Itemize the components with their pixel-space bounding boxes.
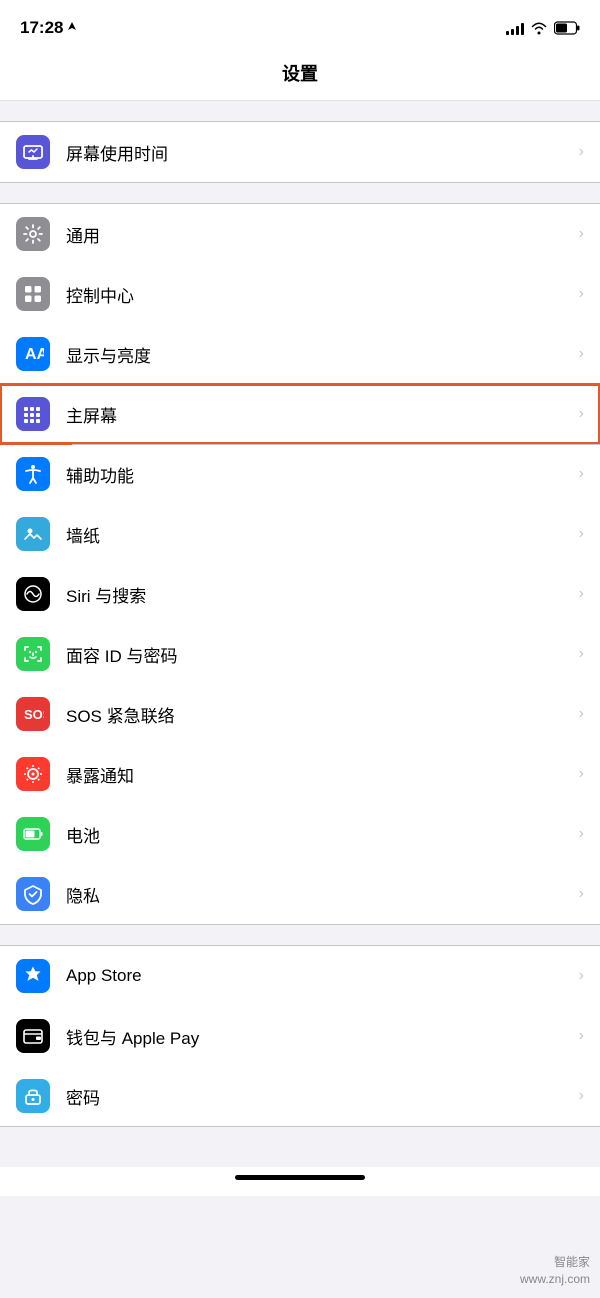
settings-row-siri[interactable]: Siri 与搜索› <box>0 564 600 624</box>
label-face-id: 面容 ID 与密码 <box>66 642 579 667</box>
chevron-password: › <box>579 1087 584 1105</box>
control-center-icon <box>16 277 50 311</box>
chevron-wallpaper: › <box>579 525 584 543</box>
label-accessibility: 辅助功能 <box>66 462 579 487</box>
label-display: 显示与亮度 <box>66 342 579 367</box>
chevron-exposure: › <box>579 765 584 783</box>
gear-icon <box>16 217 50 251</box>
settings-row-accessibility[interactable]: 辅助功能› <box>0 444 600 504</box>
settings-row-sos[interactable]: SOS SOS 紧急联络› <box>0 684 600 744</box>
label-exposure: 暴露通知 <box>66 762 579 787</box>
screen-time-icon <box>16 135 50 169</box>
siri-icon <box>16 577 50 611</box>
label-general: 通用 <box>66 222 579 247</box>
status-bar: 17:28 <box>0 0 600 50</box>
chevron-home-screen: › <box>579 405 584 423</box>
password-icon <box>16 1079 50 1113</box>
settings-container: 屏幕使用时间›通用›控制中心›AA显示与亮度›主屏幕›辅助功能›墙纸›Siri … <box>0 121 600 1167</box>
chevron-screen-time: › <box>579 143 584 161</box>
exposure-icon <box>16 757 50 791</box>
chevron-display: › <box>579 345 584 363</box>
home-screen-icon <box>16 397 50 431</box>
label-home-screen: 主屏幕 <box>66 402 579 427</box>
label-app-store: App Store <box>66 966 579 986</box>
label-siri: Siri 与搜索 <box>66 582 579 607</box>
label-password: 密码 <box>66 1084 579 1109</box>
home-bar <box>0 1167 600 1196</box>
settings-group-1: 通用›控制中心›AA显示与亮度›主屏幕›辅助功能›墙纸›Siri 与搜索›面容 … <box>0 203 600 925</box>
settings-row-password[interactable]: 密码› <box>0 1066 600 1126</box>
battery-icon <box>16 817 50 851</box>
label-control-center: 控制中心 <box>66 282 579 307</box>
chevron-sos: › <box>579 705 584 723</box>
chevron-accessibility: › <box>579 465 584 483</box>
face-id-icon <box>16 637 50 671</box>
signal-bars-icon <box>506 21 524 35</box>
settings-row-battery[interactable]: 电池› <box>0 804 600 864</box>
label-wallet: 钱包与 Apple Pay <box>66 1024 579 1049</box>
chevron-privacy: › <box>579 885 584 903</box>
settings-row-app-store[interactable]: App Store› <box>0 946 600 1006</box>
settings-row-general[interactable]: 通用› <box>0 204 600 264</box>
chevron-siri: › <box>579 585 584 603</box>
accessibility-icon <box>16 457 50 491</box>
settings-row-screen-time[interactable]: 屏幕使用时间› <box>0 122 600 182</box>
label-screen-time: 屏幕使用时间 <box>66 140 579 165</box>
settings-row-privacy[interactable]: 隐私› <box>0 864 600 924</box>
settings-row-wallet[interactable]: 钱包与 Apple Pay› <box>0 1006 600 1066</box>
page-title-bar: 设置 <box>0 50 600 101</box>
svg-text:SOS: SOS <box>24 707 44 722</box>
location-icon <box>67 22 77 34</box>
home-indicator <box>235 1175 365 1180</box>
display-icon: AA <box>16 337 50 371</box>
settings-group-0: 屏幕使用时间› <box>0 121 600 183</box>
chevron-wallet: › <box>579 1027 584 1045</box>
settings-row-control-center[interactable]: 控制中心› <box>0 264 600 324</box>
chevron-battery: › <box>579 825 584 843</box>
wallpaper-icon <box>16 517 50 551</box>
label-privacy: 隐私 <box>66 882 579 907</box>
label-wallpaper: 墙纸 <box>66 522 579 547</box>
chevron-control-center: › <box>579 285 584 303</box>
watermark: 智能家 www.znj.com <box>520 1254 590 1288</box>
chevron-app-store: › <box>579 967 584 985</box>
settings-row-home-screen[interactable]: 主屏幕› <box>0 384 600 444</box>
battery-icon <box>554 21 580 35</box>
sos-icon: SOS <box>16 697 50 731</box>
settings-row-display[interactable]: AA 显示与亮度› <box>0 324 600 384</box>
privacy-icon <box>16 877 50 911</box>
settings-row-wallpaper[interactable]: 墙纸› <box>0 504 600 564</box>
appstore-icon <box>16 959 50 993</box>
label-sos: SOS 紧急联络 <box>66 702 579 727</box>
wallet-icon <box>16 1019 50 1053</box>
label-battery: 电池 <box>66 822 579 847</box>
status-time: 17:28 <box>20 18 77 38</box>
wifi-icon <box>530 21 548 35</box>
settings-row-exposure[interactable]: 暴露通知› <box>0 744 600 804</box>
settings-group-2: App Store›钱包与 Apple Pay›密码› <box>0 945 600 1127</box>
svg-text:AA: AA <box>25 346 44 363</box>
chevron-general: › <box>579 225 584 243</box>
chevron-face-id: › <box>579 645 584 663</box>
status-icons <box>506 21 580 35</box>
settings-row-face-id[interactable]: 面容 ID 与密码› <box>0 624 600 684</box>
page-title: 设置 <box>0 60 600 86</box>
